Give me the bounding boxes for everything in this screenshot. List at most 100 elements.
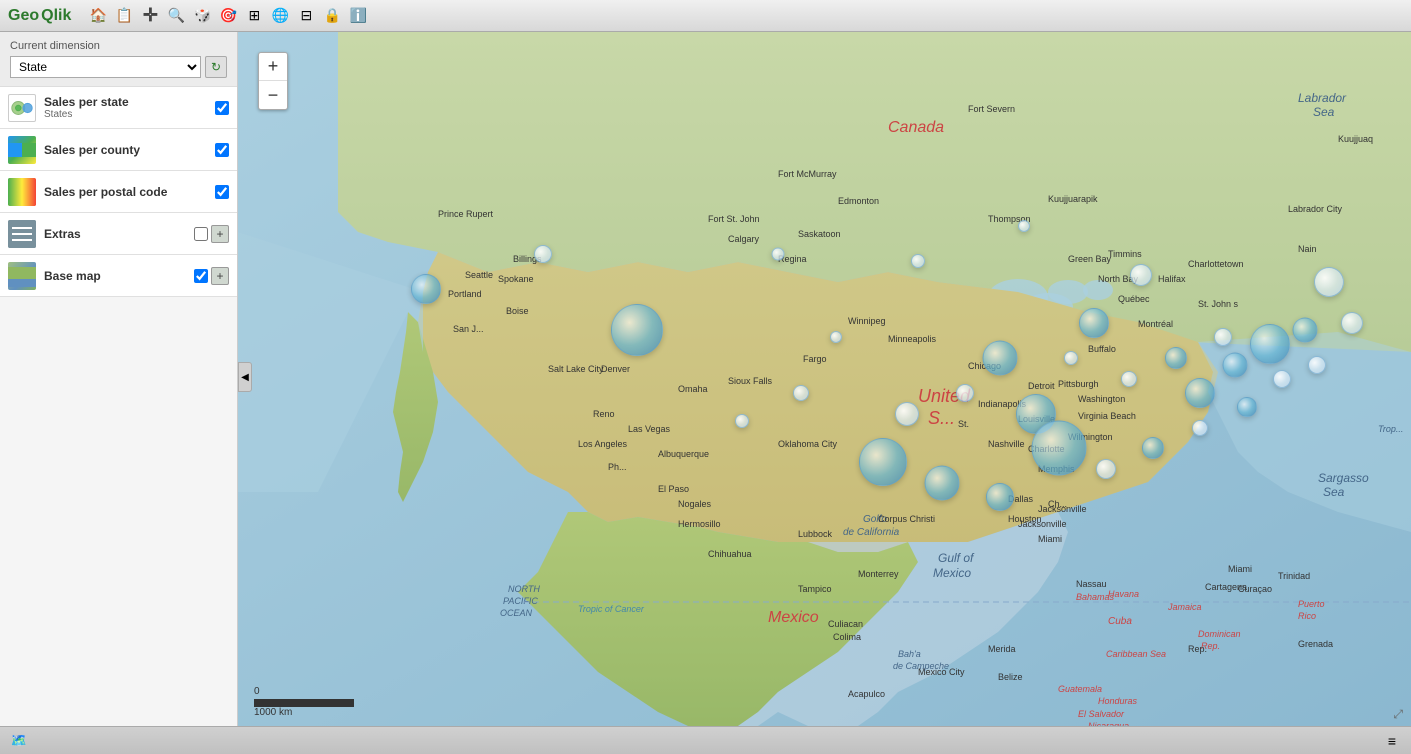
layer-item-base-map[interactable]: Base map + — [0, 255, 237, 297]
svg-text:Louisville: Louisville — [1018, 414, 1055, 424]
svg-text:Nashville: Nashville — [988, 439, 1025, 449]
scale-line — [254, 699, 354, 707]
zoom-out-button[interactable]: − — [259, 81, 287, 109]
table-icon[interactable]: 📋 — [113, 5, 135, 27]
refresh-button[interactable]: ↻ — [205, 56, 227, 78]
svg-text:Billings: Billings — [513, 254, 542, 264]
zoom-controls: + − — [258, 52, 288, 110]
svg-text:Charlotte: Charlotte — [1028, 444, 1065, 454]
svg-text:Culiacan: Culiacan — [828, 619, 863, 629]
svg-text:Charlottetown: Charlottetown — [1188, 259, 1244, 269]
layer-item-extras[interactable]: Extras + — [0, 213, 237, 255]
svg-text:Regina: Regina — [778, 254, 807, 264]
layers-container: Sales per state States Sales per county — [0, 87, 237, 297]
info-icon[interactable]: ℹ️ — [347, 5, 369, 27]
svg-text:Las Vegas: Las Vegas — [628, 424, 671, 434]
svg-text:Indianapolis: Indianapolis — [978, 399, 1027, 409]
dimension-label: Current dimension — [10, 40, 227, 52]
layer-checkbox-extras[interactable] — [194, 227, 208, 241]
search-icon[interactable]: 🔍 — [165, 5, 187, 27]
svg-text:de California: de California — [843, 527, 900, 538]
layer-checkbox-sales-per-state[interactable] — [215, 101, 229, 115]
layer-title-extras: Extras — [44, 227, 194, 241]
layer-item-sales-per-postal[interactable]: Sales per postal code — [0, 171, 237, 213]
app-logo: GeoQlik — [8, 7, 71, 25]
svg-text:Fort St. John: Fort St. John — [708, 214, 760, 224]
svg-text:Pittsburgh: Pittsburgh — [1058, 379, 1099, 389]
svg-text:Curaçao: Curaçao — [1238, 584, 1272, 594]
scale-zero: 0 — [254, 686, 260, 697]
scale-bar: 0 1000 km — [254, 686, 354, 718]
layer-title-sales-per-state: Sales per state — [44, 95, 215, 109]
geo-part: Geo — [8, 7, 39, 25]
svg-text:Wilmington: Wilmington — [1068, 432, 1113, 442]
svg-text:Spokane: Spokane — [498, 274, 534, 284]
layer-item-sales-per-county[interactable]: Sales per county — [0, 129, 237, 171]
svg-text:Albuquerque: Albuquerque — [658, 449, 709, 459]
lock-icon[interactable]: 🔒 — [321, 5, 343, 27]
layer-icon-extras — [8, 220, 36, 248]
svg-text:St. John s: St. John s — [1198, 299, 1239, 309]
svg-text:North Bay: North Bay — [1098, 274, 1139, 284]
dimension-select[interactable]: State — [10, 56, 201, 78]
svg-text:Grenada: Grenada — [1298, 639, 1333, 649]
svg-text:S...: S... — [928, 408, 955, 428]
svg-text:Kuujjuarapik: Kuujjuarapik — [1048, 194, 1098, 204]
crosshair-icon[interactable]: ✛ — [139, 5, 161, 27]
layer-add-button-base-map[interactable]: + — [211, 267, 229, 285]
svg-text:Sea: Sea — [1313, 105, 1335, 119]
svg-text:Nassau: Nassau — [1076, 579, 1107, 589]
toolbar: 🏠 📋 ✛ 🔍 🎲 🎯 ⊞ 🌐 ⊟ 🔒 ℹ️ — [87, 5, 369, 27]
layer-checkbox-sales-per-county[interactable] — [215, 143, 229, 157]
layer-icon-base-map — [8, 262, 36, 290]
svg-text:de Campeche: de Campeche — [893, 661, 949, 671]
svg-text:Rep.: Rep. — [1188, 644, 1207, 654]
svg-text:San J...: San J... — [453, 324, 484, 334]
svg-text:Seattle: Seattle — [465, 270, 493, 280]
svg-text:Trop...: Trop... — [1378, 424, 1403, 434]
svg-text:Fargo: Fargo — [803, 354, 827, 364]
zoom-in-button[interactable]: + — [259, 53, 287, 81]
svg-text:Corpus Christi: Corpus Christi — [878, 514, 935, 524]
svg-text:Nain: Nain — [1298, 244, 1317, 254]
layer-title-sales-per-postal: Sales per postal code — [44, 185, 215, 199]
svg-text:Calgary: Calgary — [728, 234, 760, 244]
map-svg: Canada United S... Mexico Golfo de Calif… — [238, 32, 1411, 726]
collapse-sidebar-button[interactable]: ◀ — [238, 362, 252, 392]
svg-text:Detroit: Detroit — [1028, 381, 1055, 391]
svg-text:Fort McMurray: Fort McMurray — [778, 169, 837, 179]
globe-icon[interactable]: 🌐 — [269, 5, 291, 27]
svg-text:Ph...: Ph... — [608, 462, 627, 472]
data-icon[interactable]: 🎲 — [191, 5, 213, 27]
svg-text:Canada: Canada — [888, 119, 944, 136]
map-expand-icon[interactable]: ⤢ — [1393, 707, 1403, 722]
svg-text:Bahamas: Bahamas — [1076, 592, 1115, 602]
svg-text:Salt Lake City: Salt Lake City — [548, 364, 604, 374]
layer-add-button-extras[interactable]: + — [211, 225, 229, 243]
svg-text:Portland: Portland — [448, 289, 482, 299]
layer-item-sales-per-state[interactable]: Sales per state States — [0, 87, 237, 129]
svg-text:Labrador: Labrador — [1298, 91, 1347, 105]
svg-text:Kuujjuaq: Kuujjuaq — [1338, 134, 1373, 144]
qlik-part: Qlik — [41, 7, 71, 25]
svg-text:Honduras: Honduras — [1098, 696, 1138, 706]
svg-text:Tampico: Tampico — [798, 584, 832, 594]
svg-text:Mexico: Mexico — [768, 609, 819, 626]
svg-text:Saskatoon: Saskatoon — [798, 229, 841, 239]
home-icon[interactable]: 🏠 — [87, 5, 109, 27]
grid-icon[interactable]: ⊞ — [243, 5, 265, 27]
layer-title-sales-per-county: Sales per county — [44, 143, 215, 157]
svg-text:Labrador City: Labrador City — [1288, 204, 1343, 214]
layer-checkbox-sales-per-postal[interactable] — [215, 185, 229, 199]
svg-text:Thompson: Thompson — [988, 214, 1031, 224]
svg-text:Trinidad: Trinidad — [1278, 571, 1310, 581]
map-icon[interactable]: 🗺️ — [8, 730, 30, 752]
menu-icon[interactable]: ≡ — [1381, 730, 1403, 752]
layer-checkbox-base-map[interactable] — [194, 269, 208, 283]
svg-text:Sioux Falls: Sioux Falls — [728, 376, 773, 386]
svg-text:Minneapolis: Minneapolis — [888, 334, 937, 344]
target-icon[interactable]: 🎯 — [217, 5, 239, 27]
filter-icon[interactable]: ⊟ — [295, 5, 317, 27]
map-area[interactable]: Canada United S... Mexico Golfo de Calif… — [238, 32, 1411, 726]
svg-text:Caribbean Sea: Caribbean Sea — [1106, 649, 1166, 659]
